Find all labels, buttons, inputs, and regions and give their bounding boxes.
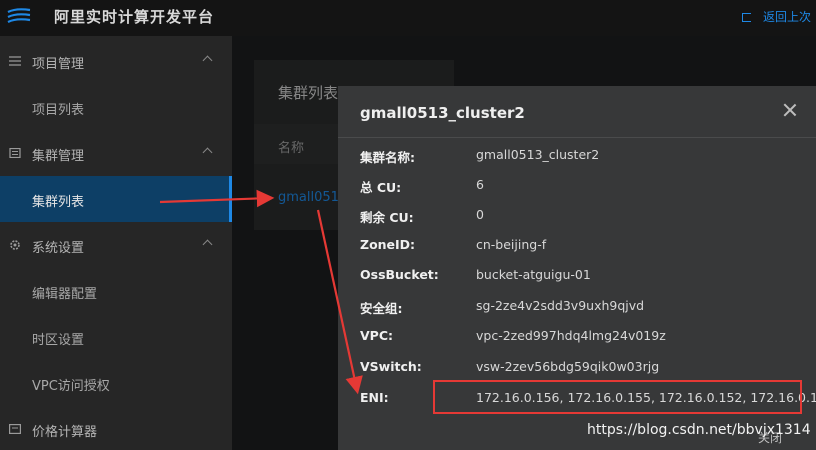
arrow-to-cluster-link <box>159 189 275 208</box>
watermark: https://blog.csdn.net/bbvjx1314 <box>587 422 811 438</box>
arrow-to-eni <box>316 209 363 395</box>
annotation-arrows <box>159 189 363 395</box>
